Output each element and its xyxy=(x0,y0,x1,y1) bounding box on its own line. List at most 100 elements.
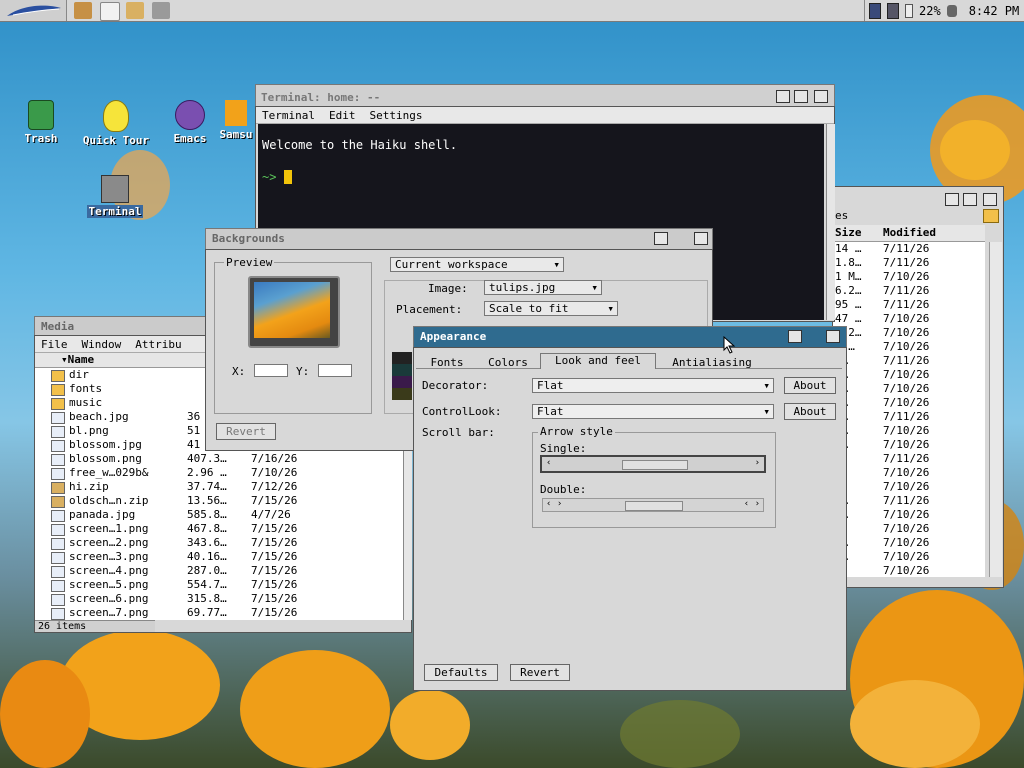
controllook-about-button[interactable]: About xyxy=(784,403,836,420)
zoom-button[interactable] xyxy=(794,90,808,103)
cpu-monitor-icon[interactable] xyxy=(887,2,899,19)
controllook-select[interactable]: Flat ▾ xyxy=(532,404,774,419)
table-row[interactable]: screen…5.png 554.7… 7/15/26 xyxy=(35,578,403,592)
network-icon[interactable] xyxy=(869,2,881,19)
table-row[interactable]: 47 … 7/10/26 xyxy=(833,312,985,326)
table-row[interactable]: 7…7/10/26 xyxy=(833,550,985,564)
placement-select[interactable]: Scale to fit ▾ xyxy=(484,301,618,316)
table-row[interactable]: 5…7/11/26 xyxy=(833,410,985,424)
table-row[interactable]: 95 … 7/11/26 xyxy=(833,298,985,312)
table-row[interactable]: 7…7/11/26 xyxy=(833,494,985,508)
table-row[interactable]: 1 M… 7/10/26 xyxy=(833,270,985,284)
table-row[interactable]: 4…7/10/26 xyxy=(833,382,985,396)
appearance-title-tab[interactable]: Appearance xyxy=(413,326,847,348)
workspace-select[interactable]: Current workspace ▾ xyxy=(390,257,564,272)
settings-app-icon[interactable] xyxy=(152,2,170,19)
table-row[interactable]: blossom.png 407.3… 7/16/26 xyxy=(35,452,403,466)
document-app-icon[interactable] xyxy=(100,2,120,21)
tracker-app-icon[interactable] xyxy=(74,2,92,19)
clock[interactable]: 8:42 PM xyxy=(969,4,1020,18)
table-row[interactable]: screen…7.png 69.77… 7/15/26 xyxy=(35,606,403,620)
table-row[interactable]: 1.8… 7/11/26 xyxy=(833,256,985,270)
desktop-icon-quick-tour[interactable]: Quick Tour xyxy=(74,100,158,147)
decorator-select[interactable]: Flat ▾ xyxy=(532,378,774,393)
y-input[interactable] xyxy=(318,364,352,377)
table-row[interactable]: 8…7/10/26 xyxy=(833,438,985,452)
table-row[interactable]: oldsch…n.zip 13.56… 7/15/26 xyxy=(35,494,403,508)
terminal-prompt: ~> xyxy=(262,170,277,184)
file-icon xyxy=(51,426,65,438)
appearance-revert-button[interactable]: Revert xyxy=(510,664,570,681)
table-row[interactable]: …7/10/26 xyxy=(833,564,985,578)
leaf-menu-button[interactable] xyxy=(0,0,67,21)
minimize-button[interactable] xyxy=(945,193,959,206)
table-row[interactable]: …7/10/26 xyxy=(833,466,985,480)
haiku-leaf-icon xyxy=(7,5,61,16)
backgrounds-revert-button[interactable]: Revert xyxy=(216,423,276,440)
table-row[interactable]: 4…7/10/26 xyxy=(833,424,985,438)
column-header-size[interactable]: Size xyxy=(835,226,862,239)
minimize-button[interactable] xyxy=(654,232,668,245)
menu-terminal[interactable]: Terminal xyxy=(262,109,315,122)
color-swatches[interactable] xyxy=(392,352,412,400)
desktop-icon-terminal[interactable]: Terminal xyxy=(82,175,148,218)
table-row[interactable]: 2…7/10/26 xyxy=(833,508,985,522)
table-row[interactable]: 7 …7/10/26 xyxy=(833,340,985,354)
table-row[interactable]: 5…7/10/26 xyxy=(833,368,985,382)
vertical-scrollbar[interactable] xyxy=(989,242,1002,577)
table-row[interactable]: 6.2… 7/11/26 xyxy=(833,284,985,298)
tab-look-and-feel[interactable]: Look and feel xyxy=(540,353,656,369)
table-row[interactable]: …7/11/26 xyxy=(833,452,985,466)
package-app-icon[interactable] xyxy=(126,2,144,19)
column-header-name[interactable]: ▾Name xyxy=(61,353,94,366)
chevron-down-icon: ▾ xyxy=(763,405,770,418)
menu-edit[interactable]: Edit xyxy=(329,109,356,122)
single-arrow-option[interactable]: ‹ › xyxy=(540,455,766,473)
table-row[interactable]: 14 … 7/11/26 xyxy=(833,242,985,256)
table-row[interactable]: panada.jpg 585.8… 4/7/26 xyxy=(35,508,403,522)
table-row[interactable]: hi.zip 37.74… 7/12/26 xyxy=(35,480,403,494)
terminal-title-tab[interactable]: Terminal: home: -- xyxy=(255,84,835,108)
tab-colors[interactable]: Colors xyxy=(480,356,536,369)
tab-fonts[interactable]: Fonts xyxy=(418,356,476,369)
file-name: dir xyxy=(69,368,89,381)
table-row[interactable]: free_w…029b& 2.96 … 7/10/26 xyxy=(35,466,403,480)
backgrounds-title-tab[interactable]: Backgrounds xyxy=(205,228,713,250)
menu-window[interactable]: Window xyxy=(82,338,122,351)
table-row[interactable]: screen…1.png 467.8… 7/15/26 xyxy=(35,522,403,536)
close-button[interactable] xyxy=(826,330,840,343)
defaults-button[interactable]: Defaults xyxy=(424,664,498,681)
table-row[interactable]: 6…7/11/26 xyxy=(833,354,985,368)
terminal-scrollbar[interactable] xyxy=(826,124,835,320)
desktop-icon-trash[interactable]: Trash xyxy=(18,100,64,145)
desktop-icon-samsung[interactable]: Samsu xyxy=(216,100,256,141)
double-arrow-option[interactable]: ‹ › ‹ › xyxy=(542,498,764,512)
tab-label: Antialiasing xyxy=(672,356,752,369)
image-select[interactable]: tulips.jpg ▾ xyxy=(484,280,602,295)
table-row[interactable]: screen…6.png 315.8… 7/15/26 xyxy=(35,592,403,606)
menu-attributes[interactable]: Attribu xyxy=(135,338,181,351)
table-row[interactable]: screen…3.png 40.16… 7/15/26 xyxy=(35,550,403,564)
volume-icon[interactable] xyxy=(946,4,957,17)
table-row[interactable]: 3.2… 7/10/26 xyxy=(833,326,985,340)
close-button[interactable] xyxy=(694,232,708,245)
minimize-button[interactable] xyxy=(788,330,802,343)
table-row[interactable]: 5…7/10/26 xyxy=(833,536,985,550)
table-row[interactable]: 4…7/10/26 xyxy=(833,396,985,410)
menu-file[interactable]: File xyxy=(41,338,68,351)
table-row[interactable]: …7/10/26 xyxy=(833,480,985,494)
desktop-icon-emacs[interactable]: Emacs xyxy=(168,100,212,145)
tracker-window-right: es Size Modified 14 … 7/11/26 1.8… 7/11/26 1… xyxy=(832,186,1004,588)
table-row[interactable]: screen…4.png 287.0… 7/15/26 xyxy=(35,564,403,578)
table-row[interactable]: screen…2.png 343.6… 7/15/26 xyxy=(35,536,403,550)
x-input[interactable] xyxy=(254,364,288,377)
tab-antialiasing[interactable]: Antialiasing xyxy=(658,356,766,369)
table-row[interactable]: …7/10/26 xyxy=(833,522,985,536)
column-header-modified[interactable]: Modified xyxy=(883,226,936,239)
zoom-button[interactable] xyxy=(963,193,977,206)
menu-settings[interactable]: Settings xyxy=(369,109,422,122)
close-button[interactable] xyxy=(983,193,997,206)
close-button[interactable] xyxy=(814,90,828,103)
minimize-button[interactable] xyxy=(776,90,790,103)
decorator-about-button[interactable]: About xyxy=(784,377,836,394)
